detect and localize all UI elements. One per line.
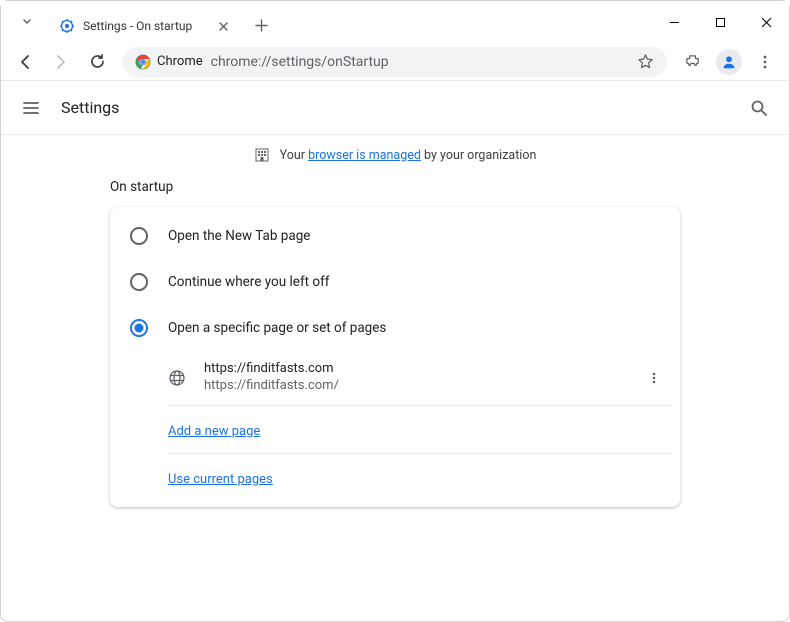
option-new-tab[interactable]: Open the New Tab page [110, 213, 680, 259]
omnibox-origin-label: Chrome [157, 54, 203, 69]
add-page-row: Add a new page [168, 406, 672, 454]
radio-icon [130, 273, 148, 291]
maximize-button[interactable] [697, 4, 743, 40]
page-entry-url: https://finditfasts.com/ [204, 378, 644, 395]
option-label: Open a specific page or set of pages [168, 320, 386, 336]
search-settings-button[interactable] [747, 96, 771, 120]
omnibox-url-text: chrome://settings/onStartup [211, 54, 637, 70]
new-tab-button[interactable] [247, 11, 275, 39]
page-title: Settings [61, 98, 119, 117]
managed-banner: Your browser is managed by your organiza… [1, 135, 789, 179]
profile-button[interactable] [713, 46, 745, 78]
use-current-link[interactable]: Use current pages [168, 472, 273, 487]
tab-title: Settings - On startup [83, 19, 209, 33]
content-area: On startup Open the New Tab page Continu… [1, 179, 789, 507]
back-button[interactable] [9, 46, 41, 78]
address-bar[interactable]: Chrome chrome://settings/onStartup [123, 47, 667, 77]
settings-gear-icon [59, 18, 75, 34]
tab-close-button[interactable] [215, 18, 231, 34]
option-continue[interactable]: Continue where you left off [110, 259, 680, 305]
chrome-icon [135, 54, 151, 70]
globe-icon [168, 369, 186, 387]
tab-search-button[interactable] [9, 4, 45, 40]
settings-header: Settings [1, 81, 789, 135]
section-label: On startup [110, 179, 680, 195]
managed-link[interactable]: browser is managed [308, 148, 421, 163]
add-page-link[interactable]: Add a new page [168, 424, 260, 439]
bookmark-star-icon[interactable] [637, 53, 655, 71]
managed-text: Your browser is managed by your organiza… [280, 148, 537, 163]
extensions-button[interactable] [677, 46, 709, 78]
radio-icon [130, 227, 148, 245]
startup-card: Open the New Tab page Continue where you… [110, 207, 680, 507]
page-entry-title: https://finditfasts.com [204, 361, 644, 378]
specific-pages-subsection: https://finditfasts.com https://finditfa… [168, 351, 672, 501]
window-controls [651, 4, 789, 40]
avatar-icon [716, 49, 742, 75]
browser-tab[interactable]: Settings - On startup [49, 10, 239, 42]
radio-icon [130, 319, 148, 337]
close-window-button[interactable] [743, 4, 789, 40]
reload-button[interactable] [81, 46, 113, 78]
browser-toolbar: Chrome chrome://settings/onStartup [1, 43, 789, 81]
option-specific-pages[interactable]: Open a specific page or set of pages [110, 305, 680, 351]
building-icon [254, 147, 270, 163]
page-info: https://finditfasts.com https://finditfa… [204, 361, 644, 395]
menu-button[interactable] [19, 96, 43, 120]
startup-page-entry: https://finditfasts.com https://finditfa… [168, 351, 672, 406]
use-current-row: Use current pages [168, 454, 672, 501]
option-label: Open the New Tab page [168, 228, 310, 244]
option-label: Continue where you left off [168, 274, 330, 290]
forward-button[interactable] [45, 46, 77, 78]
page-more-button[interactable] [644, 364, 664, 392]
minimize-button[interactable] [651, 4, 697, 40]
titlebar: Settings - On startup [1, 1, 789, 43]
chrome-menu-button[interactable] [749, 46, 781, 78]
